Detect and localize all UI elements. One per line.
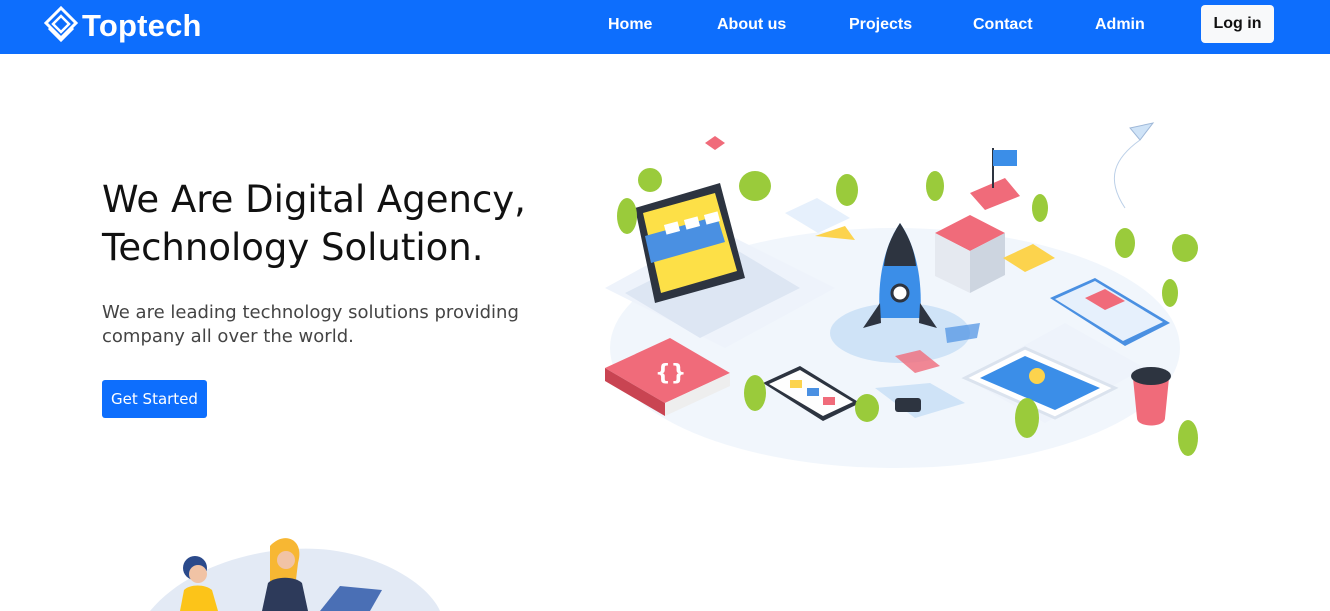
hero-illustration: {} xyxy=(605,122,1198,468)
login-button[interactable]: Log in xyxy=(1201,5,1274,43)
team-illustration xyxy=(150,538,440,611)
hero-title: We Are Digital Agency, Technology Soluti… xyxy=(102,176,572,272)
get-started-button[interactable]: Get Started xyxy=(102,380,207,418)
nav-home[interactable]: Home xyxy=(608,16,652,34)
hero-title-line-1: We Are Digital Agency, xyxy=(102,178,526,221)
nav-admin[interactable]: Admin xyxy=(1095,16,1145,34)
nav-contact[interactable]: Contact xyxy=(973,16,1033,34)
nav-about-us[interactable]: About us xyxy=(717,16,786,34)
hero-subtitle-line-2: company all over the world. xyxy=(102,326,354,347)
hero-subtitle: We are leading technology solutions prov… xyxy=(102,301,542,349)
hero-title-line-2: Technology Solution. xyxy=(102,226,484,269)
nav-projects[interactable]: Projects xyxy=(849,16,912,34)
nav-menu: Home About us Projects Contact Admin xyxy=(0,0,1330,54)
coffee-cup-graphic xyxy=(1131,367,1171,426)
hero-subtitle-line-1: We are leading technology solutions prov… xyxy=(102,302,519,323)
navbar: Toptech Home About us Projects Contact A… xyxy=(0,0,1330,54)
svg-text:{}: {} xyxy=(655,361,686,386)
